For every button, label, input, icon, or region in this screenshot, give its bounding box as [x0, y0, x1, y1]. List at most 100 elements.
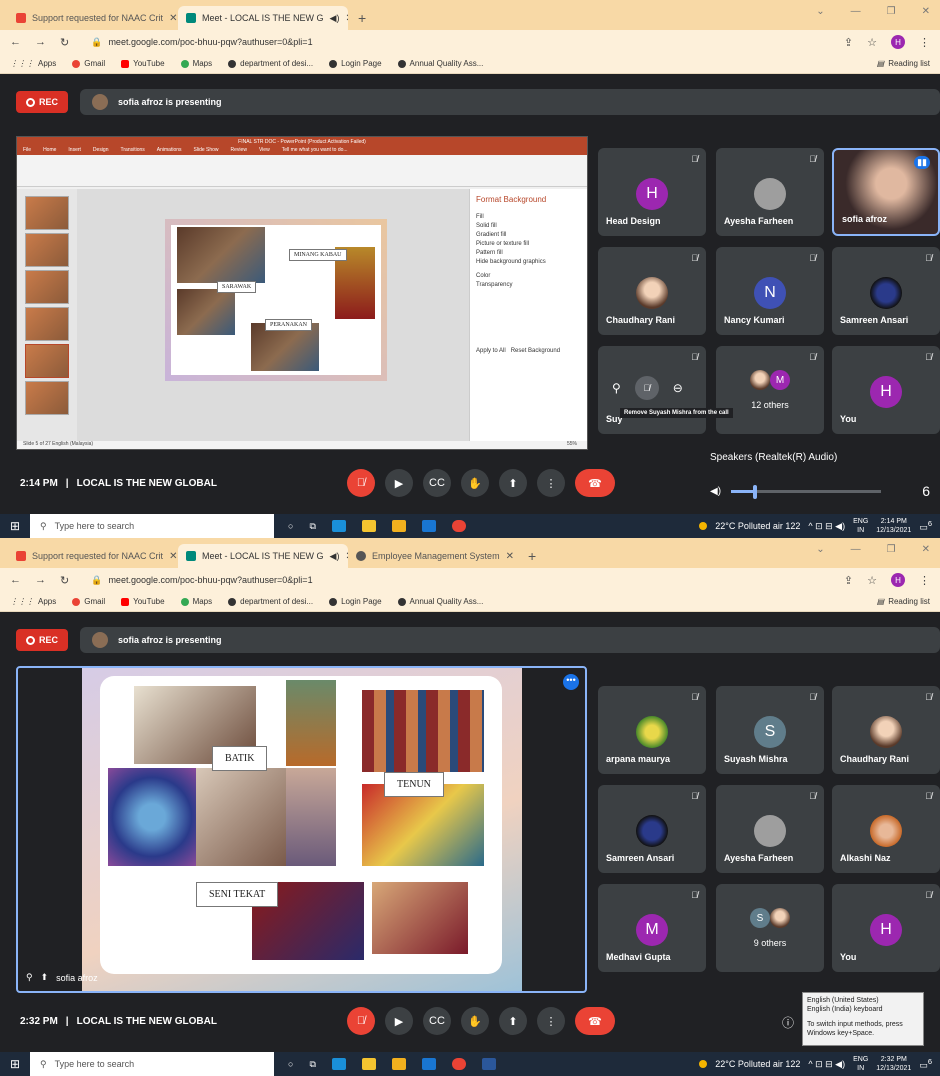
notification-icon[interactable]: ▭6 [919, 1057, 932, 1071]
reading-list[interactable]: ▤ Reading list [877, 59, 930, 68]
others-tile[interactable]: 🎙̸ M 12 others [716, 346, 824, 434]
taskbar-clock[interactable]: 2:32 PM 12/13/2021 [876, 1055, 911, 1073]
taskbar-search[interactable]: ⚲ Type here to search [30, 514, 274, 538]
file-explorer-icon[interactable] [361, 1058, 376, 1070]
bookmark-apps[interactable]: ⋮⋮⋮ Apps [10, 59, 56, 68]
profile-avatar[interactable]: H [891, 35, 905, 49]
cortana-icon[interactable]: ○ [288, 521, 293, 531]
profile-avatar[interactable]: H [891, 573, 905, 587]
leave-call-button[interactable]: ☎ [575, 1007, 615, 1035]
participant-tile[interactable]: 🎙̸ N Nancy Kumari [716, 247, 824, 335]
participant-tile-hover[interactable]: 🎙̸ ⚲ 🎙̸ ⊖ Remove Suyash Mishra from the call… [598, 346, 733, 434]
url-field[interactable]: 🔒 meet.google.com/poc-bhuu-pqw?authuser=0… [83, 571, 830, 589]
tab-meet[interactable]: Meet - LOCAL IS THE NEW G◀)✕ [178, 544, 348, 568]
new-tab-button[interactable]: + [348, 6, 376, 30]
tab-meet[interactable]: Meet - LOCAL IS THE NEW G◀)✕ [178, 6, 348, 30]
participant-tile-speaking[interactable]: ▮▮ sofia afroz [832, 148, 940, 236]
remove-icon[interactable]: ⊖ [673, 381, 683, 395]
forward-icon[interactable]: → [35, 36, 46, 48]
mic-toggle-button[interactable]: 🎙̸ [347, 1007, 375, 1035]
mic-toggle-button[interactable]: 🎙̸ [347, 469, 375, 497]
close-icon[interactable]: ✕ [169, 13, 177, 24]
cortana-icon[interactable]: ○ [288, 1059, 293, 1069]
url-field[interactable]: 🔒 meet.google.com/poc-bhuu-pqw?authuser=0… [83, 33, 830, 51]
windows-start-icon[interactable]: ⊞ [0, 519, 30, 533]
info-icon[interactable]: ⓘ [782, 1014, 794, 1031]
taskbar-clock[interactable]: 2:14 PM 12/13/2021 [876, 517, 911, 535]
present-button[interactable]: ⬆ [499, 1007, 527, 1035]
participant-tile[interactable]: 🎙̸ H Head Design [598, 148, 706, 236]
more-options-button[interactable]: ⋮ [537, 1007, 565, 1035]
participant-tile[interactable]: 🎙̸ arpana maurya [598, 686, 706, 774]
more-options-icon[interactable]: ••• [563, 674, 579, 690]
back-icon[interactable]: ← [10, 36, 21, 48]
bookmark-login[interactable]: Login Page [329, 59, 382, 68]
participant-tile[interactable]: 🎙̸ Ayesha Farheen [716, 148, 824, 236]
reload-icon[interactable]: ↻ [60, 36, 69, 49]
new-tab-button[interactable]: + [518, 544, 546, 568]
forward-icon[interactable]: → [35, 574, 46, 586]
bookmark-youtube[interactable]: YouTube [121, 597, 165, 606]
reading-list[interactable]: ▤ Reading list [877, 597, 930, 606]
menu-icon[interactable]: ⋮ [919, 574, 930, 587]
tab-gmail[interactable]: Support requested for NAAC Crit ✕ [8, 6, 178, 30]
bookmark-maps[interactable]: Maps [180, 59, 212, 68]
present-button[interactable]: ⬆ [499, 469, 527, 497]
bookmark-department[interactable]: department of desi... [228, 597, 313, 606]
tray-icons[interactable]: ^ ⊡ ⊟ ◀) [808, 521, 845, 532]
captions-button[interactable]: CC [423, 469, 451, 497]
tray-icons[interactable]: ^ ⊡ ⊟ ◀) [808, 1059, 845, 1070]
language-indicator[interactable]: ENG IN [853, 517, 868, 535]
participant-tile[interactable]: 🎙̸ Chaudhary Rani [598, 247, 706, 335]
mute-button[interactable]: 🎙̸ [634, 376, 659, 400]
share-icon[interactable]: ⇪ [844, 574, 853, 587]
raise-hand-button[interactable]: ✋ [461, 469, 489, 497]
self-tile[interactable]: 🎙̸ H You [832, 884, 940, 972]
mail-icon[interactable] [421, 520, 436, 532]
participant-tile[interactable]: 🎙̸ S Suyash Mishra [716, 686, 824, 774]
store-icon[interactable] [391, 1058, 406, 1070]
bookmark-login[interactable]: Login Page [329, 597, 382, 606]
taskbar-search[interactable]: ⚲ Type here to search [30, 1052, 274, 1076]
star-icon[interactable]: ☆ [867, 574, 877, 587]
task-view-icon[interactable]: ⧉ [309, 1059, 315, 1070]
leave-call-button[interactable]: ☎ [575, 469, 615, 497]
participant-tile[interactable]: 🎙̸ Alkashi Naz [832, 785, 940, 873]
store-icon[interactable] [391, 520, 406, 532]
more-options-button[interactable]: ⋮ [537, 469, 565, 497]
minimize-icon[interactable]: — [851, 6, 861, 17]
chrome-icon[interactable] [451, 1058, 466, 1070]
bookmark-youtube[interactable]: YouTube [121, 59, 165, 68]
tab-employee[interactable]: Employee Management System ✕ [348, 544, 518, 568]
menu-icon[interactable]: ⋮ [919, 36, 930, 49]
restore-icon[interactable]: ❐ [887, 6, 896, 17]
bookmark-aqar[interactable]: Annual Quality Ass... [397, 597, 483, 606]
camera-button[interactable]: ▶ [385, 1007, 413, 1035]
minimize-icon[interactable]: — [851, 544, 861, 555]
restore-icon[interactable]: ❐ [887, 544, 896, 555]
participant-tile[interactable]: 🎙̸ Chaudhary Rani [832, 686, 940, 774]
back-icon[interactable]: ← [10, 574, 21, 586]
participant-tile[interactable]: 🎙̸ Samreen Ansari [598, 785, 706, 873]
windows-start-icon[interactable]: ⊞ [0, 1057, 30, 1071]
participant-tile[interactable]: 🎙̸ M Medhavi Gupta [598, 884, 706, 972]
close-icon[interactable]: ✕ [506, 551, 514, 562]
close-icon[interactable]: ✕ [922, 6, 930, 17]
chrome-icon[interactable] [451, 520, 466, 532]
tab-gmail[interactable]: Support requested for NAAC Crit ✕ [8, 544, 178, 568]
chevron-down-icon[interactable]: ⌄ [816, 6, 824, 17]
bookmark-maps[interactable]: Maps [180, 597, 212, 606]
bookmark-aqar[interactable]: Annual Quality Ass... [397, 59, 483, 68]
file-explorer-icon[interactable] [361, 520, 376, 532]
chevron-down-icon[interactable]: ⌄ [816, 544, 824, 555]
others-tile[interactable]: S 9 others [716, 884, 824, 972]
captions-button[interactable]: CC [423, 1007, 451, 1035]
participant-tile[interactable]: 🎙̸ Ayesha Farheen [716, 785, 824, 873]
reload-icon[interactable]: ↻ [60, 574, 69, 587]
bookmark-apps[interactable]: ⋮⋮⋮ Apps [10, 597, 56, 606]
bookmark-gmail[interactable]: Gmail [72, 597, 105, 606]
star-icon[interactable]: ☆ [867, 36, 877, 49]
mail-icon[interactable] [421, 1058, 436, 1070]
notification-icon[interactable]: ▭6 [919, 519, 932, 533]
close-icon[interactable]: ✕ [922, 544, 930, 555]
